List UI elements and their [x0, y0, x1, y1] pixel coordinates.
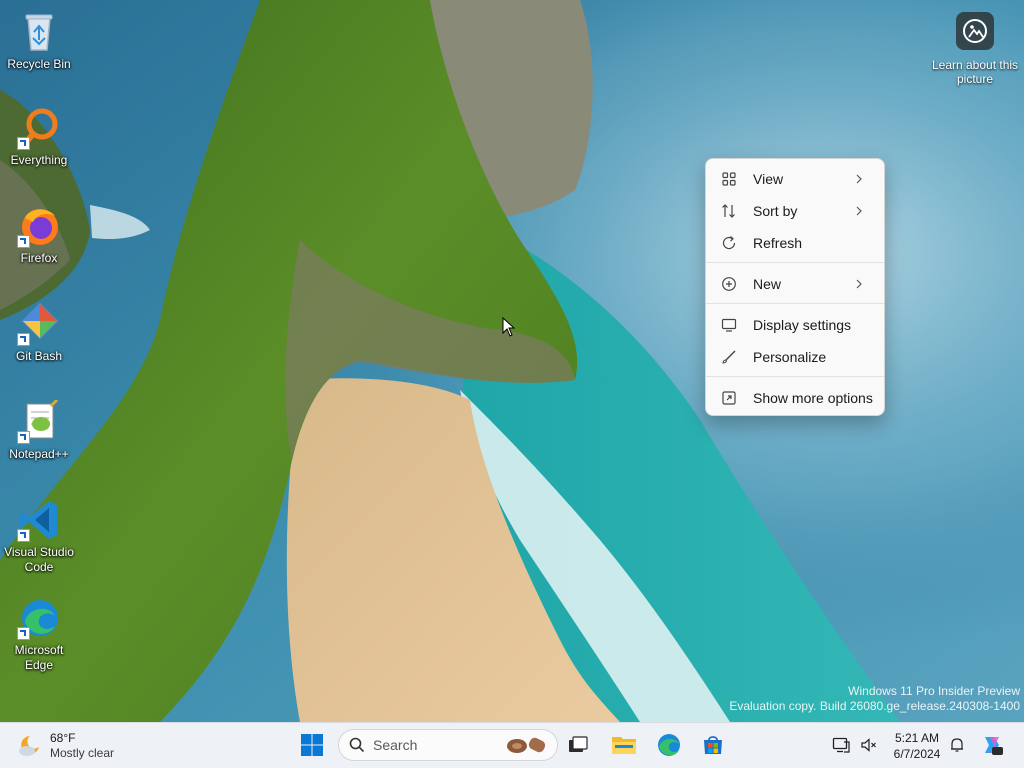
copilot-icon: [985, 737, 1003, 755]
vscode-icon: [17, 498, 61, 542]
desktop-icon-recycle-bin[interactable]: Recycle Bin: [0, 10, 78, 72]
volume-tray-button[interactable]: [854, 728, 884, 762]
file-explorer-button[interactable]: [607, 728, 641, 762]
task-view-button[interactable]: [561, 728, 595, 762]
volume-muted-icon: [861, 738, 876, 752]
menu-item-label: View: [753, 171, 784, 187]
watermark-line-1: Windows 11 Pro Insider Preview: [848, 684, 1020, 698]
desktop-icon-label: Visual Studio Code: [4, 545, 74, 574]
menu-item-personalize[interactable]: Personalize: [710, 342, 880, 372]
learn-about-picture-label: Learn about this picture: [931, 58, 1019, 86]
shortcut-arrow-icon: [17, 235, 30, 248]
windows-start-icon: [301, 734, 323, 756]
shortcut-arrow-icon: [17, 137, 30, 150]
shortcut-arrow-icon: [17, 333, 30, 346]
sort-icon: [720, 202, 738, 220]
mouse-cursor-icon: [502, 317, 516, 337]
desktop-icon-label: Firefox: [20, 251, 58, 265]
taskbar-search-box[interactable]: Search: [338, 729, 558, 761]
edge-icon: [658, 734, 680, 756]
menu-item-new[interactable]: New: [710, 269, 880, 299]
microsoft-store-icon: [704, 736, 722, 754]
shortcut-arrow-icon: [17, 627, 30, 640]
desktop-icon-git-bash[interactable]: Git Bash: [0, 302, 78, 364]
desktop-icon-label: Microsoft Edge: [14, 643, 64, 672]
desktop-icon-notepad-plus-plus[interactable]: Notepad++: [0, 398, 78, 462]
git-bash-icon: [17, 302, 61, 346]
copilot-button[interactable]: [975, 728, 1009, 762]
watermark-line-2: Evaluation copy. Build 26080.ge_release.…: [729, 699, 1020, 713]
menu-item-label: Display settings: [753, 317, 852, 333]
file-explorer-icon: [612, 737, 636, 754]
desktop-context-menu: View Sort by Refresh New Display setting…: [705, 158, 885, 416]
menu-item-sort-by[interactable]: Sort by: [710, 196, 880, 226]
chevron-right-icon: [856, 206, 862, 216]
weather-temperature: 68°F: [50, 731, 76, 745]
learn-about-picture-button[interactable]: Learn about this picture: [930, 12, 1020, 86]
menu-separator: [706, 376, 884, 377]
chevron-right-icon: [856, 174, 862, 184]
shortcut-arrow-icon: [17, 529, 30, 542]
menu-item-label: New: [753, 276, 782, 292]
menu-item-label: Personalize: [753, 349, 827, 365]
menu-item-refresh[interactable]: Refresh: [710, 228, 880, 258]
notification-bell-icon: [951, 738, 963, 752]
expand-icon: [720, 389, 738, 407]
display-icon: [720, 316, 738, 334]
shortcut-arrow-icon: [17, 431, 30, 444]
windows-watermark: Windows 11 Pro Insider Preview Evaluatio…: [729, 684, 1020, 714]
edge-taskbar-button[interactable]: [652, 728, 686, 762]
menu-item-view[interactable]: View: [710, 164, 880, 194]
desktop-icon-label: Git Bash: [15, 349, 63, 363]
recycle-bin-icon: [17, 10, 61, 54]
menu-separator: [706, 262, 884, 263]
edge-icon: [17, 596, 61, 640]
task-view-icon: [569, 736, 588, 752]
clock-time: 5:21 AM: [894, 731, 940, 745]
firefox-icon: [17, 204, 61, 248]
desktop-icon-everything[interactable]: Everything: [0, 106, 78, 168]
menu-item-label: Sort by: [753, 203, 798, 219]
grid-view-icon: [720, 170, 738, 188]
search-icon: [349, 737, 365, 753]
network-icon: [832, 737, 850, 753]
desktop-icon-firefox[interactable]: Firefox: [0, 204, 78, 266]
moon-cloud-icon: [19, 736, 39, 756]
menu-item-show-more-options[interactable]: Show more options: [710, 383, 880, 413]
brush-icon: [720, 348, 738, 366]
weather-widget[interactable]: 68°F Mostly clear: [16, 729, 114, 763]
clock-date: 6/7/2024: [893, 747, 941, 761]
camera-spotlight-icon: [956, 12, 994, 50]
desktop-icon-vscode[interactable]: Visual Studio Code: [0, 498, 78, 575]
new-plus-icon: [720, 275, 738, 293]
desktop-icon-label: Recycle Bin: [7, 57, 71, 71]
desktop-icon-label: Notepad++: [9, 447, 69, 461]
everything-search-icon: [17, 106, 61, 150]
chevron-right-icon: [856, 279, 862, 289]
taskbar: 68°F Mostly clear Search 5:21 AM 6/7/202…: [0, 722, 1024, 768]
menu-item-label: Refresh: [753, 235, 803, 251]
microsoft-store-button[interactable]: [696, 728, 730, 762]
menu-item-label: Show more options: [753, 390, 873, 406]
search-placeholder: Search: [373, 737, 418, 753]
refresh-icon: [720, 234, 738, 252]
desktop-icon-edge[interactable]: Microsoft Edge: [0, 596, 78, 673]
network-tray-button[interactable]: [826, 728, 856, 762]
menu-item-display-settings[interactable]: Display settings: [710, 310, 880, 340]
taskbar-clock[interactable]: 5:21 AM 6/7/2024: [884, 730, 950, 762]
start-button[interactable]: [295, 728, 329, 762]
search-highlight-icon: [507, 737, 546, 753]
notifications-button[interactable]: [942, 728, 972, 762]
menu-separator: [706, 303, 884, 304]
desktop-icon-label: Everything: [10, 153, 68, 167]
notepad-plus-plus-icon: [17, 398, 61, 444]
weather-condition: Mostly clear: [50, 746, 115, 760]
